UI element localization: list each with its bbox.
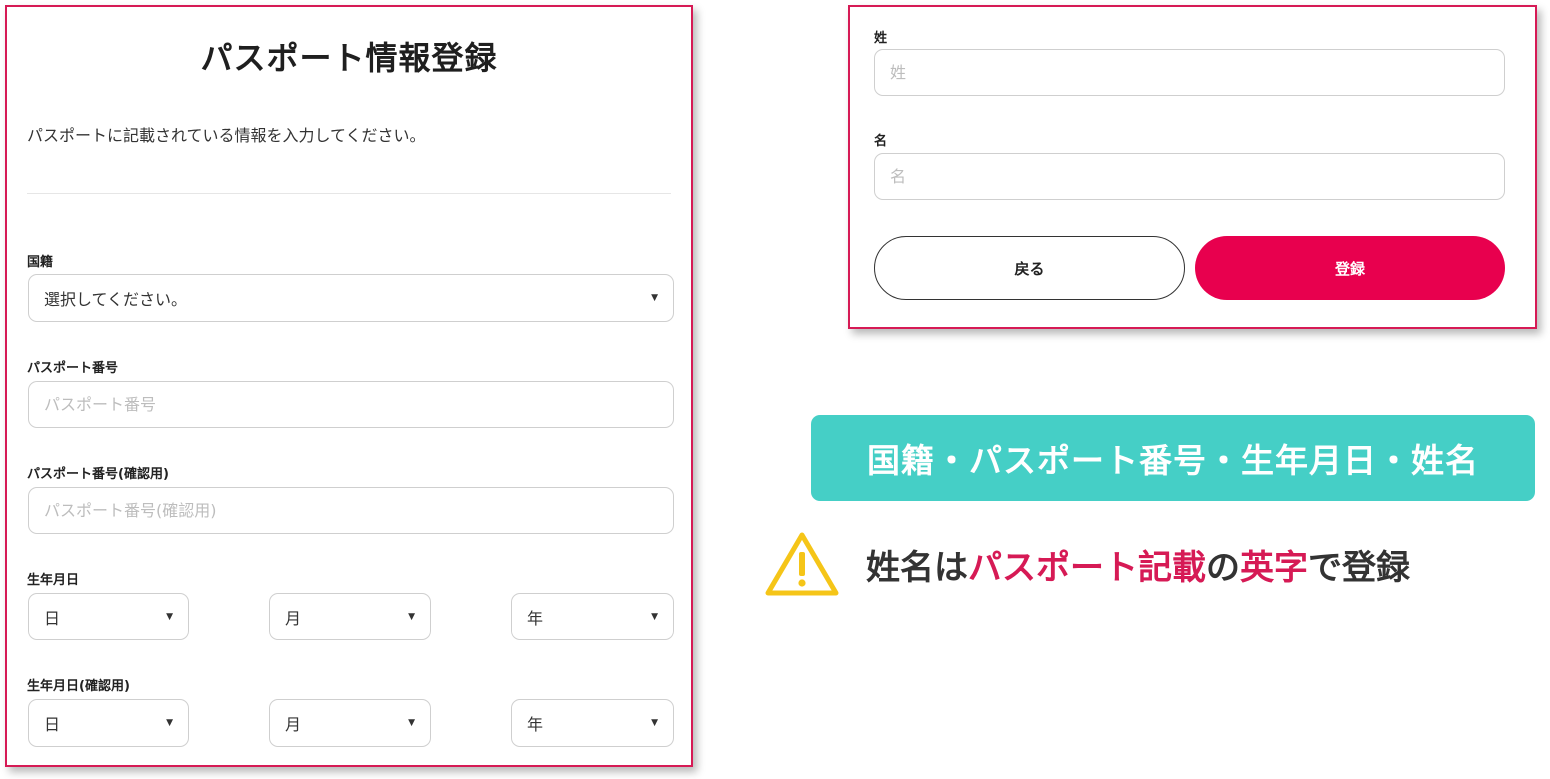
birthdate-day-select[interactable]: 日 ▼ — [28, 593, 189, 640]
passport-number-label: パスポート番号 — [27, 361, 119, 376]
chevron-down-icon: ▼ — [651, 718, 658, 728]
passport-form-panel: パスポート情報登録 パスポートに記載されている情報を入力してください。 国籍 選… — [5, 5, 693, 767]
last-name-input[interactable] — [874, 49, 1505, 96]
birthdate-confirm-label: 生年月日(確認用) — [27, 679, 130, 694]
birthdate-confirm-day-value: 日 — [44, 715, 61, 734]
chevron-down-icon: ▼ — [651, 611, 658, 622]
warning-text-part: の — [1206, 548, 1240, 588]
birthdate-year-value: 年 — [527, 608, 544, 628]
birthdate-month-select[interactable]: 月 ▼ — [269, 593, 431, 640]
passport-number-confirm-input[interactable] — [28, 487, 674, 534]
nationality-select-value: 選択してください。 — [44, 290, 188, 309]
warning-message: 姓名はパスポート記載の英字で登録 — [866, 540, 1410, 589]
nationality-label: 国籍 — [27, 255, 54, 270]
birthdate-day-value: 日 — [44, 608, 61, 628]
form-description: パスポートに記載されている情報を入力してください。 — [27, 126, 426, 145]
name-form-panel: 姓 名 戻る 登録 — [848, 5, 1537, 329]
birthdate-confirm-month-select[interactable]: 月 ▼ — [269, 699, 431, 747]
birthdate-confirm-year-select[interactable]: 年 ▼ — [511, 699, 674, 747]
birthdate-label: 生年月日 — [27, 573, 80, 588]
divider — [27, 193, 671, 194]
back-button[interactable]: 戻る — [874, 236, 1185, 300]
warning-highlight-passport: パスポート記載 — [968, 548, 1206, 588]
birthdate-month-value: 月 — [285, 608, 302, 628]
page-title: パスポート情報登録 — [200, 39, 498, 77]
first-name-input[interactable] — [874, 153, 1505, 200]
register-button[interactable]: 登録 — [1195, 236, 1505, 300]
birthdate-confirm-year-value: 年 — [527, 715, 544, 734]
chevron-down-icon: ▼ — [408, 718, 415, 728]
last-name-label: 姓 — [874, 31, 888, 46]
passport-number-confirm-label: パスポート番号(確認用) — [27, 467, 169, 482]
first-name-label: 名 — [874, 134, 888, 149]
chevron-down-icon: ▼ — [166, 611, 173, 622]
chevron-down-icon: ▼ — [408, 611, 415, 622]
chevron-down-icon: ▼ — [166, 718, 173, 728]
birthdate-year-select[interactable]: 年 ▼ — [511, 593, 674, 640]
warning-triangle-icon — [765, 532, 839, 596]
warning-text-part: で登録 — [1308, 548, 1410, 588]
warning-text-part: 姓名は — [866, 548, 968, 588]
chevron-down-icon: ▼ — [651, 293, 658, 303]
birthdate-confirm-day-select[interactable]: 日 ▼ — [28, 699, 189, 747]
warning-highlight-alphabet: 英字 — [1240, 548, 1308, 588]
passport-number-input[interactable] — [28, 381, 674, 428]
birthdate-confirm-month-value: 月 — [285, 715, 302, 734]
required-fields-banner: 国籍・パスポート番号・生年月日・姓名 — [811, 415, 1535, 501]
nationality-select[interactable]: 選択してください。 ▼ — [28, 274, 674, 322]
